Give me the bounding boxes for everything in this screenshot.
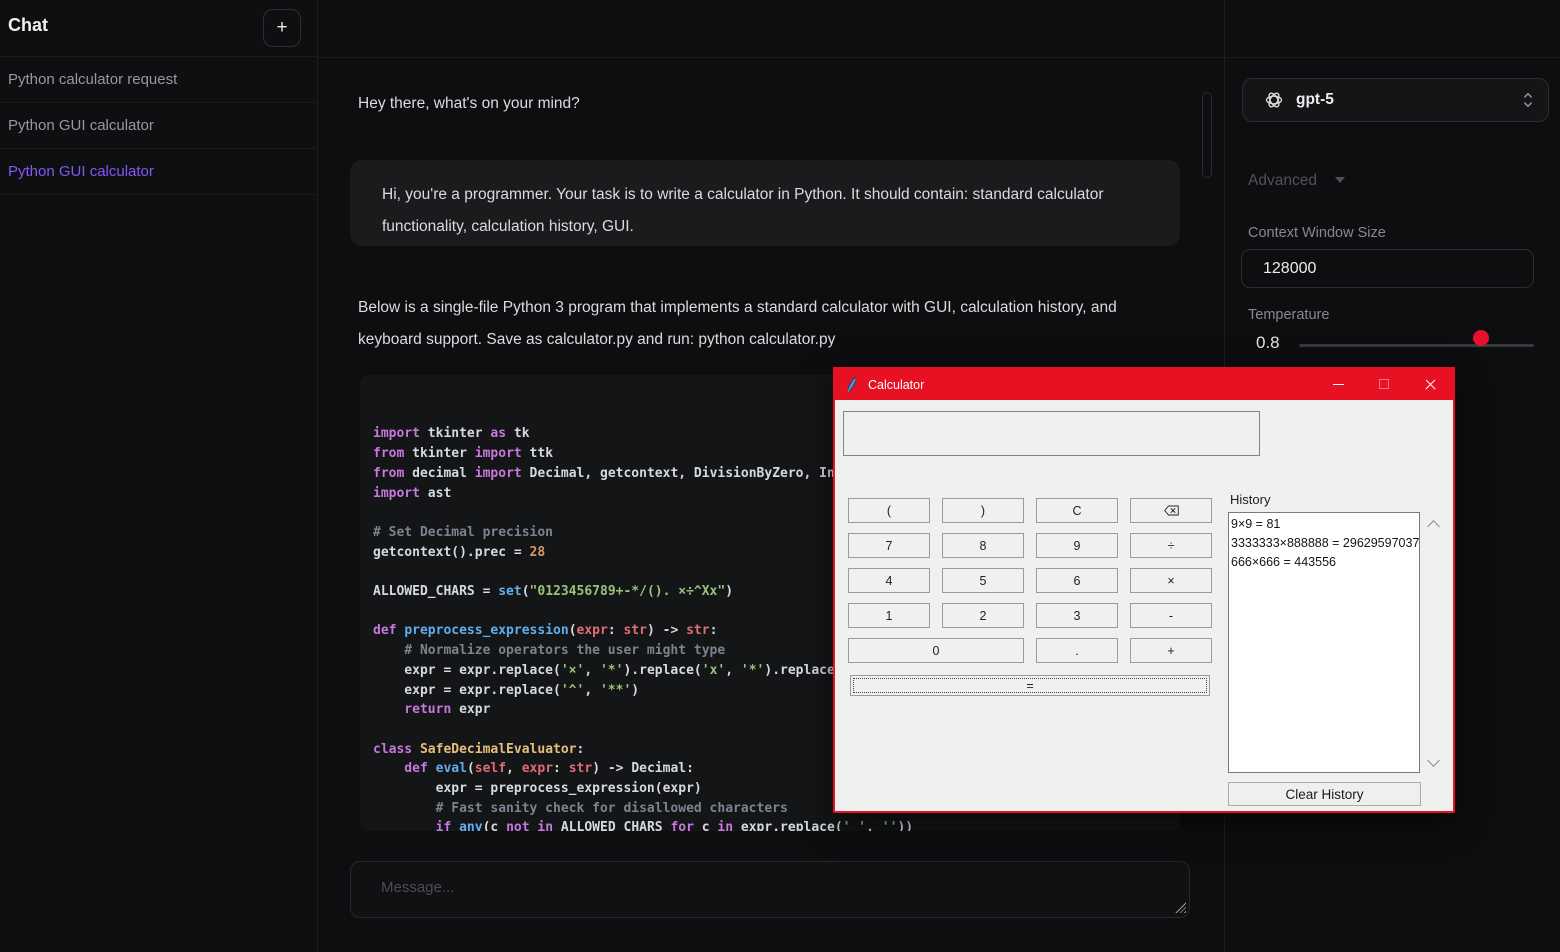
calc-button-1[interactable]: 1 xyxy=(848,603,930,628)
sidebar-item-chat[interactable]: Python GUI calculator xyxy=(0,149,317,195)
chevron-down-icon xyxy=(1335,177,1345,183)
temperature-slider-thumb[interactable] xyxy=(1473,330,1489,346)
sidebar-header: Chat + xyxy=(0,0,317,57)
model-selector[interactable]: gpt-5 xyxy=(1242,78,1549,122)
calc-button-plus[interactable]: + xyxy=(1130,638,1212,663)
calc-button-multiply[interactable]: × xyxy=(1130,568,1212,593)
openai-logo-icon xyxy=(1264,90,1284,110)
temperature-slider[interactable] xyxy=(1299,337,1534,353)
calc-button-equals[interactable]: = xyxy=(850,675,1210,696)
temperature-label: Temperature xyxy=(1248,307,1329,323)
sidebar-item-chat[interactable]: Python GUI calculator xyxy=(0,103,317,149)
calc-button-open-paren[interactable]: ( xyxy=(848,498,930,523)
message-input[interactable] xyxy=(350,861,1190,918)
chat-list: Python calculator requestPython GUI calc… xyxy=(0,57,317,195)
history-item[interactable]: 9×9 = 81 xyxy=(1231,515,1419,534)
calc-button-divide[interactable]: ÷ xyxy=(1130,533,1212,558)
calc-button-0[interactable]: 0 xyxy=(848,638,1024,663)
history-list[interactable]: 9×9 = 813333333×888888 = 296295970370466… xyxy=(1228,512,1420,773)
context-window-input[interactable] xyxy=(1241,249,1534,288)
advanced-toggle[interactable]: Advanced xyxy=(1248,172,1345,190)
calc-button-8[interactable]: 8 xyxy=(942,533,1024,558)
tkinter-feather-icon xyxy=(844,376,859,393)
calc-button-3[interactable]: 3 xyxy=(1036,603,1118,628)
slider-track xyxy=(1299,344,1534,347)
calculator-titlebar[interactable]: Calculator xyxy=(835,369,1453,400)
history-scroll-down-icon[interactable] xyxy=(1427,754,1440,767)
user-message-bubble: Hi, you're a programmer. Your task is to… xyxy=(350,160,1180,246)
history-item[interactable]: 3333333×888888 = 2962959703704 xyxy=(1231,534,1419,553)
calc-button-2[interactable]: 2 xyxy=(942,603,1024,628)
sidebar-title: Chat xyxy=(8,15,48,36)
chat-sidebar: Chat + Python calculator requestPython G… xyxy=(0,0,318,952)
model-name: gpt-5 xyxy=(1296,91,1522,109)
chevron-updown-icon xyxy=(1522,92,1534,108)
calc-button-backspace[interactable] xyxy=(1130,498,1212,523)
calc-button-clear[interactable]: C xyxy=(1036,498,1118,523)
history-item[interactable]: 666×666 = 443556 xyxy=(1231,553,1419,572)
app-root: Chat + Python calculator requestPython G… xyxy=(0,0,1560,952)
backspace-icon xyxy=(1164,505,1179,516)
history-label: History xyxy=(1230,492,1270,507)
context-window-label: Context Window Size xyxy=(1248,225,1386,241)
maximize-button[interactable] xyxy=(1361,369,1407,400)
calc-button-5[interactable]: 5 xyxy=(942,568,1024,593)
history-scroll-up-icon[interactable] xyxy=(1427,520,1440,533)
calc-button-decimal[interactable]: . xyxy=(1036,638,1118,663)
temperature-value: 0.8 xyxy=(1256,333,1280,353)
assistant-message-text: Below is a single-file Python 3 program … xyxy=(358,292,1153,356)
calc-button-9[interactable]: 9 xyxy=(1036,533,1118,558)
clear-history-button[interactable]: Clear History xyxy=(1228,782,1421,806)
new-chat-button[interactable]: + xyxy=(263,9,301,47)
calculator-window-title: Calculator xyxy=(868,378,1315,392)
sidebar-item-chat[interactable]: Python calculator request xyxy=(0,57,317,103)
chat-scrollbar-thumb[interactable] xyxy=(1202,92,1212,178)
advanced-label: Advanced xyxy=(1248,172,1317,189)
code-line: if any(c not in ALLOWED_CHARS for c in e… xyxy=(373,818,1180,831)
calc-button-minus[interactable]: - xyxy=(1130,603,1212,628)
calculator-display[interactable] xyxy=(843,411,1260,456)
calc-button-close-paren[interactable]: ) xyxy=(942,498,1024,523)
calc-keypad: () C 789 ÷ 456 × 123- 0. + = xyxy=(848,498,1212,696)
calc-button-7[interactable]: 7 xyxy=(848,533,930,558)
calculator-window: Calculator () C 789 ÷ 456 × 123- 0. + = History 9… xyxy=(833,367,1455,813)
calc-button-4[interactable]: 4 xyxy=(848,568,930,593)
message-box xyxy=(350,861,1190,918)
minimize-button[interactable] xyxy=(1315,369,1361,400)
calc-button-6[interactable]: 6 xyxy=(1036,568,1118,593)
greeting-text: Hey there, what's on your mind? xyxy=(358,95,580,113)
calculator-body: () C 789 ÷ 456 × 123- 0. + = History 9×9 = 813333… xyxy=(835,400,1453,811)
close-button[interactable] xyxy=(1407,369,1453,400)
